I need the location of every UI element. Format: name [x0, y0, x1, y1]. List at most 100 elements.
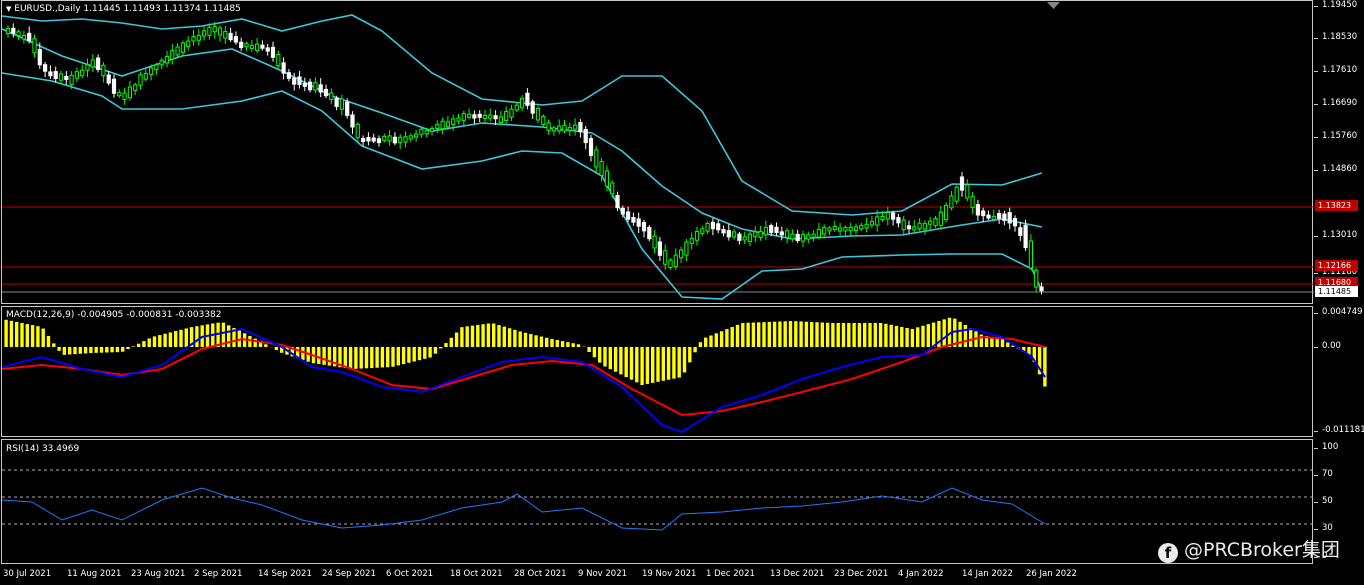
- candle-body: [334, 97, 339, 107]
- macd-histogram-bar: [348, 347, 353, 369]
- macd-histogram-bar: [454, 332, 459, 347]
- price-chart-panel[interactable]: ▼ EURUSD.,Daily 1.11445 1.11493 1.11374 …: [1, 0, 1314, 304]
- macd-histogram-bar: [656, 347, 660, 382]
- macd-histogram-bar: [831, 323, 835, 347]
- candle-body: [371, 137, 376, 142]
- candle-body: [997, 212, 1002, 219]
- dropdown-triangle-icon[interactable]: ▼: [6, 5, 11, 13]
- candle-body: [737, 233, 742, 241]
- candle-body: [970, 195, 975, 208]
- macd-histogram-bar: [115, 347, 120, 353]
- candle-body: [604, 170, 609, 187]
- candle-body: [668, 259, 673, 268]
- macd-histogram-bar: [322, 347, 326, 365]
- candle-body: [769, 225, 774, 233]
- candle-body: [339, 98, 344, 110]
- candle-body: [615, 194, 620, 209]
- macd-tick: 0.004749: [1314, 307, 1363, 317]
- candle-body: [313, 82, 318, 91]
- macd-histogram-bar: [841, 323, 846, 347]
- candle-body: [859, 224, 864, 230]
- candle-body: [504, 110, 509, 121]
- macd-histogram-bar: [152, 336, 157, 347]
- macd-histogram-bar: [502, 326, 506, 347]
- candle-body: [694, 230, 700, 241]
- candle-body: [292, 77, 297, 85]
- macd-histogram-bar: [486, 323, 491, 347]
- rsi-panel[interactable]: RSI(14) 33.4969: [1, 439, 1314, 564]
- candle-body: [196, 35, 201, 41]
- candle-body: [361, 138, 366, 143]
- candle-body: [260, 44, 265, 49]
- candle-body: [424, 130, 429, 135]
- candle-body: [631, 217, 636, 223]
- macd-histogram-bar: [661, 347, 665, 381]
- candle-body: [573, 124, 578, 130]
- candle-body: [5, 28, 11, 35]
- price-tick: 1.16690: [1313, 98, 1358, 108]
- candle-body: [562, 124, 567, 132]
- candle-body: [795, 233, 800, 242]
- macd-histogram-bar: [30, 325, 35, 347]
- macd-histogram-bar: [815, 322, 819, 347]
- macd-histogram-bar: [910, 328, 915, 347]
- macd-histogram-bar: [629, 347, 634, 380]
- candle-body: [69, 74, 74, 85]
- watermark: f @PRCBroker集团: [1158, 535, 1340, 563]
- candle-body: [318, 84, 323, 93]
- candle-body: [848, 226, 853, 232]
- symbol-header[interactable]: ▼ EURUSD.,Daily 1.11445 1.11493 1.11374 …: [6, 4, 241, 14]
- macd-histogram-bar: [825, 322, 830, 347]
- candle-body: [1028, 240, 1034, 269]
- macd-histogram-bar: [550, 338, 554, 347]
- macd-histogram-bar: [401, 347, 406, 365]
- macd-histogram-bar: [513, 329, 517, 347]
- candle-body: [270, 46, 276, 58]
- candle-body: [239, 41, 244, 49]
- candle-body: [414, 133, 419, 138]
- macd-histogram-bar: [587, 347, 591, 352]
- macd-histogram-bar: [439, 347, 443, 349]
- price-tick: 1.13010: [1313, 230, 1358, 240]
- candle-body: [127, 86, 133, 99]
- macd-histogram-bar: [301, 347, 305, 360]
- candle-body: [716, 223, 721, 231]
- candle-body: [965, 184, 970, 199]
- candle-body: [938, 211, 943, 226]
- candle-body: [700, 228, 705, 234]
- macd-panel[interactable]: MACD(12,26,9) -0.004905 -0.000831 -0.003…: [1, 306, 1313, 437]
- facebook-icon: f: [1158, 543, 1178, 563]
- candle-body: [217, 27, 223, 36]
- macd-histogram-bar: [248, 335, 252, 347]
- macd-histogram-bar: [184, 328, 188, 347]
- candle-body: [488, 114, 493, 119]
- macd-histogram-bar: [62, 347, 67, 355]
- macd-histogram-bar: [767, 321, 771, 347]
- macd-histogram-bar: [878, 323, 883, 347]
- candle-body: [679, 249, 684, 259]
- macd-histogram-bar: [46, 335, 51, 347]
- candle-body: [981, 210, 986, 217]
- candle-body: [323, 88, 329, 97]
- macd-histogram-bar: [4, 319, 8, 347]
- time-tick: 6 Oct 2021: [386, 569, 434, 579]
- candle-body: [869, 221, 874, 226]
- candle-body: [1023, 224, 1028, 249]
- time-tick: 4 Jan 2022: [898, 569, 944, 579]
- macd-histogram-bar: [523, 332, 528, 347]
- candle-body: [223, 31, 228, 39]
- macd-canvas: [2, 317, 1047, 434]
- macd-histogram-bar: [741, 322, 745, 347]
- macd-histogram-bar: [794, 321, 798, 347]
- candle-body: [684, 241, 689, 256]
- macd-histogram-bar: [799, 321, 803, 347]
- macd-histogram-bar: [810, 321, 814, 347]
- candle-body: [954, 186, 959, 202]
- candle-body: [673, 254, 678, 267]
- candle-body: [228, 32, 233, 41]
- macd-label: MACD(12,26,9) -0.004905 -0.000831 -0.003…: [6, 310, 222, 320]
- candle-body: [85, 64, 90, 71]
- macd-histogram-bar: [507, 328, 512, 347]
- candle-body: [138, 74, 143, 86]
- candle-body: [652, 235, 657, 249]
